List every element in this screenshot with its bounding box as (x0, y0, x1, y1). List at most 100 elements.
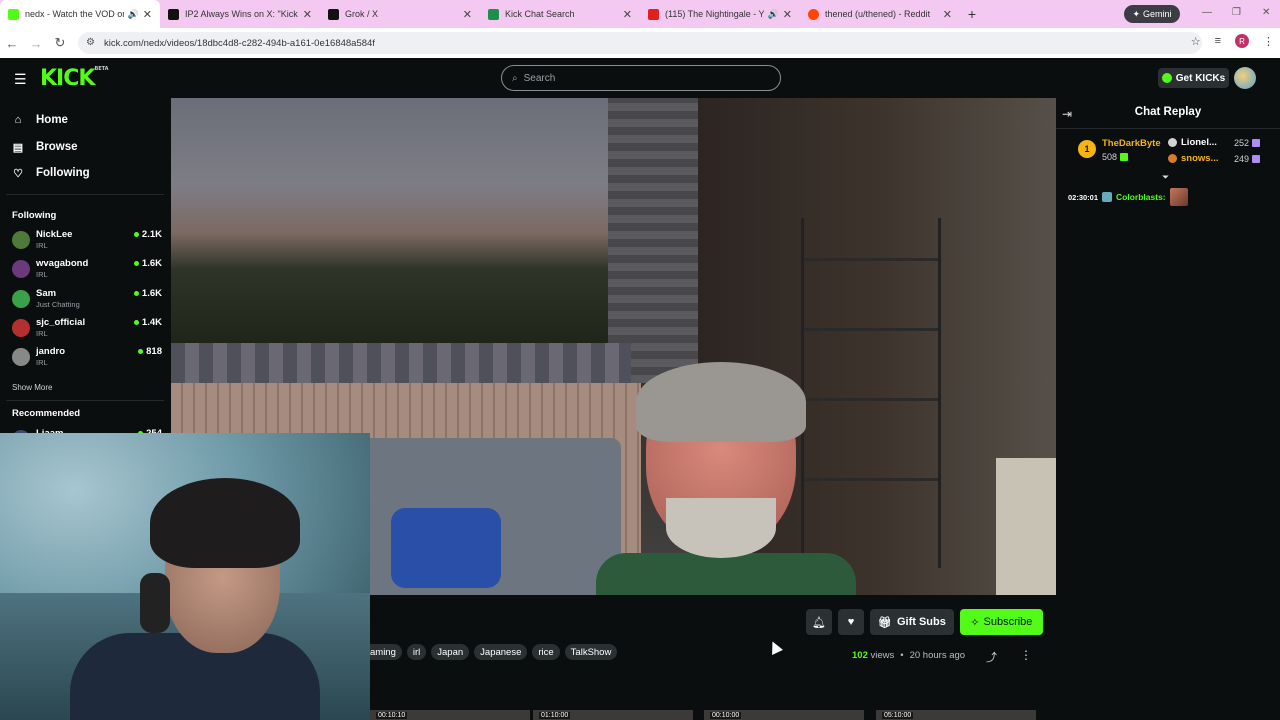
emote-icon (1169, 188, 1188, 206)
headset-icon (140, 573, 170, 633)
kicks-coin-icon (1161, 73, 1172, 83)
nav-home[interactable]: ⌂ Home (12, 111, 68, 129)
vod-thumbnail[interactable]: 05:10:00 (876, 710, 1036, 720)
hamburger-menu-icon[interactable]: ☰ (14, 71, 27, 88)
x-favicon-icon (328, 8, 339, 20)
heart-icon: ♥ (847, 616, 855, 628)
vod-thumbnail[interactable]: 01:10:00 (533, 710, 693, 720)
live-dot-icon (133, 232, 139, 237)
x-favicon-icon (168, 8, 179, 20)
browse-icon: ▤ (12, 141, 24, 154)
avatar (12, 290, 30, 308)
more-options-icon[interactable]: ⋮ (1020, 648, 1032, 662)
gift-icon (1252, 139, 1260, 147)
user-avatar[interactable] (1234, 67, 1256, 89)
vod-thumbnail[interactable]: 00:10:00 (704, 710, 864, 720)
browser-tab[interactable]: Grok / X ✕ (320, 0, 480, 28)
get-kicks-button[interactable]: Get KICKs (1158, 68, 1229, 88)
tag[interactable]: TalkShow (564, 644, 618, 660)
tag-list: aming irl Japan Japanese rice TalkShow (370, 644, 618, 660)
tag[interactable]: aming (370, 644, 402, 660)
nav-browse[interactable]: ▤ Browse (12, 138, 78, 156)
channel-item[interactable]: NickLee IRL 2.1K (12, 229, 162, 255)
view-count: 102 (852, 650, 868, 661)
leaderboard-value: 252 (1234, 138, 1260, 148)
avatar (12, 348, 30, 366)
following-header: Following (12, 210, 57, 221)
gift-subs-button[interactable]: 🎁︎ Gift Subs (870, 609, 954, 635)
close-tab-icon[interactable]: ✕ (943, 8, 952, 21)
browser-tab[interactable]: (115) The Nightingale - You 🔊 ✕ (640, 0, 800, 28)
live-dot-icon (138, 349, 144, 354)
close-window-icon[interactable]: ✕ (1262, 7, 1270, 18)
speaker-icon[interactable]: 🔊 (768, 9, 779, 20)
heart-icon: ♡ (13, 167, 23, 180)
top-gifter-value: 508 (1102, 152, 1129, 162)
reload-icon[interactable]: ↻ (48, 35, 72, 51)
tab-title: nedx - Watch the VOD on K (25, 9, 124, 19)
video-actions: 🔔︎ ♥ 🎁︎ Gift Subs ✧ Subscribe (806, 609, 1043, 636)
chat-message: 02:30:01 Colorblasts: (1068, 188, 1188, 206)
profile-avatar[interactable]: R (1235, 34, 1249, 48)
channel-item[interactable]: sjc_official IRL 1.4K (12, 317, 162, 343)
new-tab-button[interactable]: + (960, 6, 984, 22)
close-tab-icon[interactable]: ✕ (783, 8, 792, 21)
close-tab-icon[interactable]: ✕ (303, 8, 312, 21)
subscribe-button[interactable]: ✧ Subscribe (959, 609, 1043, 635)
divider (6, 400, 164, 401)
top-gifter-badge: 1 (1078, 140, 1096, 158)
minimize-icon[interactable]: — (1202, 7, 1212, 18)
browser-toolbar: ← → ↻ ⚙ kick.com/nedx/videos/18dbc4d8-c2… (0, 28, 1280, 58)
bell-icon: 🔔︎ (812, 616, 826, 629)
chat-panel: ⇥ Chat Replay 1 TheDarkByte 508 Lionel..… (1056, 98, 1280, 720)
tab-search-icon[interactable]: ≡ (1215, 35, 1221, 47)
sparkle-icon: ✦ (1132, 8, 1141, 19)
follow-button[interactable]: ♥ (838, 609, 864, 635)
address-bar[interactable]: ⚙ kick.com/nedx/videos/18dbc4d8-c282-494… (78, 32, 1202, 54)
leaderboard-entry[interactable]: snows... (1168, 153, 1218, 164)
chat-title: Chat Replay (1134, 106, 1202, 118)
browser-tab[interactable]: Kick Chat Search ✕ (480, 0, 640, 28)
gemini-button[interactable]: ✦ Gemini (1124, 5, 1180, 23)
video-blue-bag (391, 508, 501, 588)
tag[interactable]: Japanese (474, 644, 528, 660)
video-wallpaper-border (171, 343, 631, 383)
nav-following[interactable]: ♡ Following (12, 164, 90, 182)
bookmark-star-icon[interactable]: ☆ (1191, 35, 1201, 48)
vod-thumbnail[interactable]: 00:10:10 (370, 710, 530, 720)
show-more-link[interactable]: Show More (12, 383, 52, 392)
speaker-icon[interactable]: 🔊 (128, 9, 139, 20)
tab-title: IP2 Always Wins on X: "Kick Str (185, 9, 299, 19)
close-tab-icon[interactable]: ✕ (623, 8, 632, 21)
tag[interactable]: irl (406, 644, 427, 660)
forward-icon[interactable]: → (24, 36, 48, 51)
channel-item[interactable]: jandro IRL 818 (12, 346, 162, 372)
top-gifter-name[interactable]: TheDarkByte (1102, 138, 1161, 149)
search-input[interactable]: ⌕ Search (501, 65, 781, 91)
message-time: 02:30:01 (1068, 192, 1099, 202)
browser-tab[interactable]: nedx - Watch the VOD on K 🔊 ✕ (0, 0, 160, 28)
video-shelf (801, 218, 941, 568)
tag[interactable]: Japan (431, 644, 470, 660)
browser-tab[interactable]: IP2 Always Wins on X: "Kick Str ✕ (160, 0, 320, 28)
site-info-icon[interactable]: ⚙ (86, 37, 95, 48)
kick-logo[interactable]: KICKBETA (40, 66, 109, 91)
share-icon[interactable]: ⤴ (986, 649, 997, 665)
leaderboard-entry[interactable]: Lionel... (1168, 137, 1217, 148)
leaderboard-value: 249 (1234, 154, 1260, 164)
restore-icon[interactable]: ❐ (1232, 7, 1241, 18)
back-icon[interactable]: ← (0, 36, 24, 51)
menu-kebab-icon[interactable]: ⋮ (1263, 35, 1274, 48)
close-tab-icon[interactable]: ✕ (463, 8, 472, 21)
close-tab-icon[interactable]: ✕ (143, 8, 152, 21)
live-dot-icon (133, 320, 139, 325)
browser-tab[interactable]: thened (u/thened) - Reddit ✕ (800, 0, 960, 28)
tag[interactable]: rice (532, 644, 560, 660)
message-user[interactable]: Colorblasts: (1116, 192, 1166, 202)
channel-item[interactable]: Sam Just Chatting 1.6K (12, 288, 162, 314)
video-window-view (171, 98, 608, 343)
channel-item[interactable]: wvagabond IRL 1.6K (12, 258, 162, 284)
video-computer-tower (996, 458, 1056, 595)
pin-icon[interactable]: ⏷ (1162, 172, 1169, 183)
notification-bell-button[interactable]: 🔔︎ (806, 609, 832, 635)
